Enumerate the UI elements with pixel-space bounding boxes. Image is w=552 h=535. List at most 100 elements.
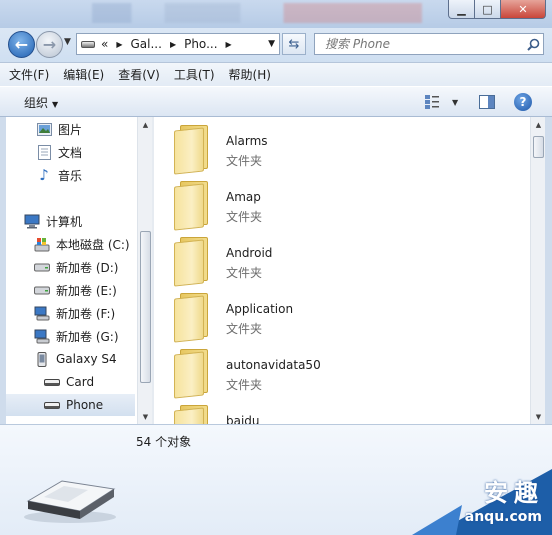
- file-name: Application: [226, 302, 294, 316]
- drive-icon: [34, 282, 50, 298]
- nav-item-card[interactable]: Card: [6, 371, 135, 393]
- phone-icon: [34, 351, 50, 367]
- nav-item-drive-d[interactable]: 新加卷 (D:): [6, 256, 135, 278]
- watermark: 安趣 anqu.com: [402, 469, 552, 535]
- nav-item-pictures[interactable]: 图片: [6, 118, 135, 140]
- breadcrumb-overflow[interactable]: «: [101, 37, 108, 51]
- nav-item-label: 新加卷 (D:): [56, 260, 119, 275]
- breadcrumb-galaxy[interactable]: Gal...: [131, 37, 162, 51]
- search-input[interactable]: [325, 37, 523, 51]
- search-box[interactable]: [314, 33, 544, 55]
- menu-view[interactable]: 查看(V): [118, 66, 160, 83]
- menu-tools[interactable]: 工具(T): [174, 66, 215, 83]
- address-dropdown-icon[interactable]: ▼: [268, 39, 275, 49]
- music-icon: ♪: [39, 166, 49, 184]
- list-item[interactable]: Application 文件夹: [154, 287, 530, 343]
- menu-help[interactable]: 帮助(H): [229, 66, 271, 83]
- menu-bar: 文件(F) 编辑(E) 查看(V) 工具(T) 帮助(H): [0, 62, 552, 86]
- forward-button[interactable]: →: [36, 31, 63, 58]
- nav-item-label: 图片: [58, 122, 83, 137]
- minimize-button[interactable]: ▁: [448, 0, 475, 19]
- nav-item-label: 文档: [58, 145, 83, 160]
- menu-file[interactable]: 文件(F): [9, 66, 49, 83]
- close-button[interactable]: ✕: [501, 0, 546, 19]
- storage-icon: [44, 374, 60, 390]
- list-item[interactable]: Android 文件夹: [154, 231, 530, 287]
- nav-item-label: 计算机: [46, 214, 83, 229]
- chevron-down-icon: ▼: [452, 97, 459, 107]
- preview-pane-button[interactable]: [479, 95, 495, 109]
- nav-scrollbar[interactable]: ▲ ▼: [137, 117, 152, 424]
- scroll-thumb[interactable]: [140, 231, 151, 383]
- back-button[interactable]: ←: [8, 31, 35, 58]
- network-drive-icon: [34, 328, 50, 344]
- nav-item-drive-f[interactable]: 新加卷 (F:): [6, 302, 135, 324]
- watermark-logo: 安趣: [484, 479, 544, 507]
- folder-icon: [174, 293, 210, 343]
- file-type: 文件夹: [226, 378, 263, 392]
- refresh-icon: ⇆: [288, 36, 300, 52]
- nav-item-galaxy-s4[interactable]: Galaxy S4: [6, 348, 135, 370]
- file-list: Alarms 文件夹 Amap 文件夹 Android 文件夹 Applicat…: [154, 117, 530, 424]
- nav-item-computer[interactable]: 计算机: [6, 210, 135, 232]
- refresh-button[interactable]: ⇆: [282, 33, 306, 55]
- title-bar: ▁ □ ✕: [0, 0, 552, 28]
- view-details-icon: [425, 95, 439, 109]
- scroll-up-icon[interactable]: ▲: [138, 117, 152, 132]
- network-drive-icon: [34, 305, 50, 321]
- file-type: 文件夹: [226, 154, 263, 168]
- folder-icon: [174, 181, 210, 231]
- folder-icon: [174, 405, 210, 424]
- address-bar[interactable]: « ▶ Gal... ▶ Pho... ▶ ▼: [76, 33, 280, 55]
- file-type: 文件夹: [226, 322, 263, 336]
- nav-item-label: 新加卷 (E:): [56, 283, 117, 298]
- recent-pages-dropdown[interactable]: ▼: [64, 37, 71, 47]
- file-list-scrollbar[interactable]: ▲ ▼: [530, 117, 545, 424]
- scroll-down-icon[interactable]: ▼: [531, 409, 546, 424]
- breadcrumb-separator-icon[interactable]: ▶: [116, 40, 122, 49]
- nav-item-documents[interactable]: 文档: [6, 141, 135, 163]
- nav-item-label: Card: [66, 375, 95, 389]
- forward-arrow-icon: →: [42, 35, 57, 54]
- nav-item-drive-g[interactable]: 新加卷 (G:): [6, 325, 135, 347]
- folder-icon: [174, 237, 210, 287]
- scroll-down-icon[interactable]: ▼: [138, 409, 152, 424]
- nav-item-music[interactable]: ♪ 音乐: [6, 164, 135, 186]
- folder-icon: [174, 349, 210, 399]
- pictures-icon: [36, 121, 52, 137]
- breadcrumb-phone[interactable]: Pho...: [184, 37, 217, 51]
- system-drive-icon: [34, 236, 50, 252]
- help-button[interactable]: ?: [514, 93, 532, 111]
- change-view-button[interactable]: ▼: [424, 94, 458, 110]
- maximize-icon: □: [482, 2, 493, 16]
- list-item[interactable]: Amap 文件夹: [154, 175, 530, 231]
- scroll-up-icon[interactable]: ▲: [531, 117, 546, 132]
- item-count: 54 个对象: [136, 435, 192, 449]
- organize-button[interactable]: 组织 ▼: [24, 94, 58, 111]
- search-icon[interactable]: [523, 38, 543, 51]
- drive-icon: [81, 40, 95, 48]
- command-bar: 组织 ▼ ▼ ?: [0, 86, 552, 117]
- menu-edit[interactable]: 编辑(E): [63, 66, 104, 83]
- nav-item-label: 本地磁盘 (C:): [56, 237, 130, 252]
- drive-icon: [34, 259, 50, 275]
- list-item[interactable]: Alarms 文件夹: [154, 119, 530, 175]
- watermark-url: anqu.com: [464, 509, 542, 525]
- chevron-down-icon: ▼: [52, 100, 59, 109]
- list-item[interactable]: baidu: [154, 399, 530, 424]
- chevron-down-icon: ▼: [64, 37, 71, 47]
- nav-item-phone[interactable]: Phone: [6, 394, 135, 416]
- list-item[interactable]: autonavidata50 文件夹: [154, 343, 530, 399]
- back-arrow-icon: ←: [14, 35, 29, 54]
- scroll-thumb[interactable]: [533, 136, 544, 158]
- file-name: Amap: [226, 190, 261, 204]
- maximize-button[interactable]: □: [475, 0, 501, 19]
- nav-item-drive-e[interactable]: 新加卷 (E:): [6, 279, 135, 301]
- close-icon: ✕: [518, 2, 528, 16]
- nav-item-label: 新加卷 (G:): [56, 329, 119, 344]
- organize-label: 组织: [24, 96, 49, 110]
- nav-item-drive-c[interactable]: 本地磁盘 (C:): [6, 233, 135, 255]
- breadcrumb-separator-icon[interactable]: ▶: [170, 40, 176, 49]
- breadcrumb-separator-icon[interactable]: ▶: [226, 40, 232, 49]
- window-controls: ▁ □ ✕: [448, 0, 546, 19]
